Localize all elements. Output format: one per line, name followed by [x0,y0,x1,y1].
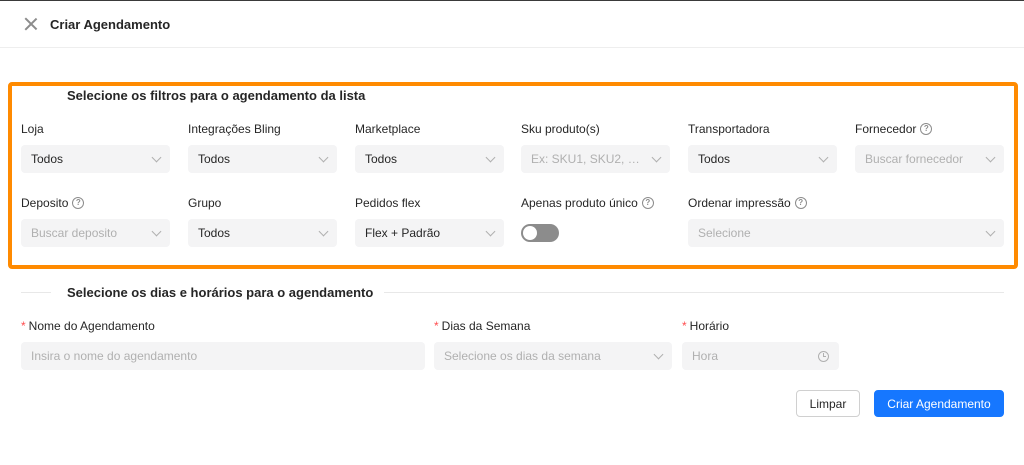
chevron-down-icon [485,152,496,162]
transportadora-label: Transportadora [688,122,770,136]
fornecedor-label: Fornecedor? [855,122,933,136]
marketplace-label: Marketplace [355,122,421,136]
ordenar-select[interactable]: Selecione [688,219,1004,247]
help-icon[interactable]: ? [641,197,654,209]
chevron-down-icon [985,226,996,236]
create-schedule-button[interactable]: Criar Agendamento [874,390,1004,417]
pedidos-flex-select[interactable]: Flex + Padrão [355,219,504,247]
grupo-label: Grupo [188,196,222,210]
filters-section-title: Selecione os filtros para o agendamento … [67,88,366,103]
loja-select[interactable]: Todos [21,145,170,173]
section-divider-left [21,292,51,293]
fornecedor-select[interactable]: Buscar fornecedor [855,145,1004,173]
chevron-down-icon [151,152,162,162]
marketplace-select[interactable]: Todos [355,145,504,173]
grupo-select[interactable]: Todos [188,219,337,247]
help-icon[interactable]: ? [72,197,85,209]
nome-label: * Nome do Agendamento [21,319,155,333]
integracoes-select[interactable]: Todos [188,145,337,173]
chevron-down-icon [818,152,829,162]
page-title: Criar Agendamento [50,16,171,32]
help-icon[interactable]: ? [920,123,933,135]
produto-unico-toggle[interactable] [521,224,559,242]
help-icon[interactable]: ? [794,197,807,209]
chevron-down-icon [485,226,496,236]
transportadora-select[interactable]: Todos [688,145,837,173]
dias-label: * Dias da Semana [434,319,531,333]
sku-select[interactable]: Ex: SKU1, SKU2, SK... [521,145,670,173]
clear-button[interactable]: Limpar [796,390,860,417]
chevron-down-icon [318,226,329,236]
loja-label: Loja [21,122,44,136]
produto-unico-label: Apenas produto único? [521,196,654,210]
integracoes-label: Integrações Bling [188,122,281,136]
horario-label: * Horário [682,319,730,333]
chevron-down-icon [653,349,664,359]
close-icon[interactable] [24,17,38,31]
chevron-down-icon [651,152,662,162]
nome-input[interactable]: Insira o nome do agendamento [21,342,425,370]
deposito-label: Deposito? [21,196,85,210]
chevron-down-icon [985,152,996,162]
dias-select[interactable]: Selecione os dias da semana [434,342,672,370]
modal-header: Criar Agendamento [0,1,1024,48]
toggle-knob [523,226,537,240]
ordenar-label: Ordenar impressão? [688,196,807,210]
chevron-down-icon [318,152,329,162]
sku-label: Sku produto(s) [521,122,600,136]
section-divider-right [384,292,1004,293]
schedule-section-title: Selecione os dias e horários para o agen… [67,285,374,300]
horario-input[interactable]: Hora [682,342,839,370]
pedidos-flex-label: Pedidos flex [355,196,421,210]
deposito-select[interactable]: Buscar deposito [21,219,170,247]
chevron-down-icon [151,226,162,236]
clock-icon [818,350,829,362]
